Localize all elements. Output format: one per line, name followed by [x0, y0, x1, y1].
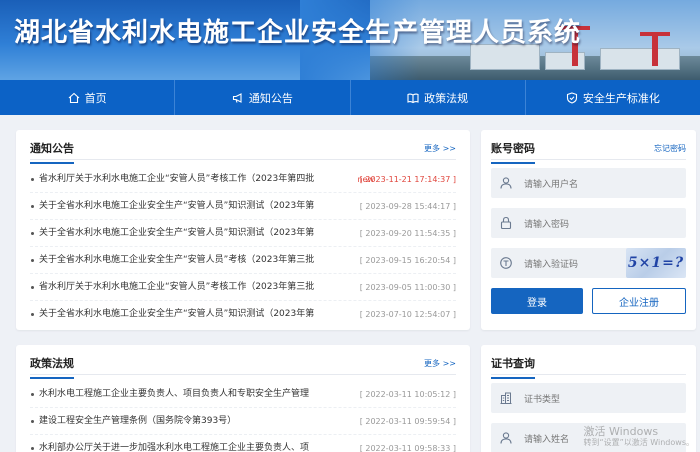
- nav-item-home[interactable]: 首页: [0, 80, 176, 115]
- password-placeholder: 请输入密码: [524, 220, 570, 230]
- notice-title[interactable]: 省水利厅关于水利水电施工企业“安管人员”考核工作（2023年第四批: [39, 166, 321, 193]
- username-placeholder: 请输入用户名: [524, 180, 579, 190]
- notice-title[interactable]: 关于全省水利水电施工企业安全生产“安管人员”考核（2023年第三批: [39, 247, 321, 274]
- cert-header: 证书查询: [491, 345, 686, 379]
- notice-date: [ 2023-09-05 11:00:30 ]: [359, 283, 456, 292]
- notice-item[interactable]: 关于全省水利水电施工企业安全生产“安管人员”考核（2023年第三批 [ 2023…: [30, 247, 456, 274]
- policy-item[interactable]: 水利部办公厅关于进一步加强水利水电工程施工企业主要负责人、项 [ 2022-03…: [30, 435, 456, 452]
- login-panel: 账号密码 忘记密码 请输入用户名 请输入密码 请输入验证码 5×1=? 登录 企…: [481, 130, 696, 330]
- shield-check-icon: [566, 91, 577, 104]
- banner-crane: [652, 32, 658, 66]
- megaphone-icon: [232, 92, 242, 103]
- notice-date: [ 2023-09-28 15:44:17 ]: [359, 202, 456, 211]
- login-form: 请输入用户名 请输入密码 请输入验证码 5×1=? 登录 企业注册: [491, 168, 686, 314]
- policy-title[interactable]: 建设工程安全生产管理条例（国务院令第393号）: [39, 408, 321, 435]
- notice-date: [ 2023-09-15 16:20:54 ]: [359, 256, 456, 265]
- notices-panel: 通知公告 更多 >> 省水利厅关于水利水电施工企业“安管人员”考核工作（2023…: [16, 130, 470, 330]
- notices-more-link[interactable]: 更多 >>: [424, 143, 456, 154]
- login-button[interactable]: 登录: [491, 288, 583, 314]
- nav-item-standardization[interactable]: 安全生产标准化: [526, 80, 700, 115]
- notice-title[interactable]: 关于全省水利水电施工企业安全生产“安管人员”知识测试（2023年第: [39, 220, 321, 247]
- forgot-password-link[interactable]: 忘记密码: [654, 143, 686, 154]
- password-field[interactable]: 请输入密码: [491, 208, 686, 238]
- main-nav: 首页 通知公告 政策法规 安全生产标准化: [0, 80, 700, 115]
- captcha-placeholder: 请输入验证码: [524, 260, 579, 270]
- notice-item[interactable]: 关于全省水利水电施工企业安全生产“安管人员”知识测试（2023年第 [ 2023…: [30, 220, 456, 247]
- windows-activation-watermark: 激活 Windows 转到“设置”以激活 Windows。: [583, 425, 694, 448]
- notice-date: [ 2023-07-10 12:54:07 ]: [359, 310, 456, 319]
- notice-date: [ 2023-09-20 11:54:35 ]: [359, 229, 456, 238]
- policies-list: 水利水电工程施工企业主要负责人、项目负责人和专职安全生产管理 [ 2022-03…: [30, 381, 456, 452]
- notice-title[interactable]: 关于全省水利水电施工企业安全生产“安管人员”知识测试（2023年第: [39, 301, 321, 328]
- notice-item[interactable]: 省水利厅关于水利水电施工企业“安管人员”考核工作（2023年第四批 new [ …: [30, 166, 456, 193]
- policy-date: [ 2022-03-11 09:58:33 ]: [359, 444, 456, 452]
- user-icon: [500, 432, 512, 444]
- notices-header: 通知公告 更多 >>: [30, 130, 456, 164]
- login-title: 账号密码: [491, 140, 535, 164]
- notices-title: 通知公告: [30, 140, 74, 164]
- notices-list: 省水利厅关于水利水电施工企业“安管人员”考核工作（2023年第四批 new [ …: [30, 166, 456, 328]
- lock-icon: [500, 216, 512, 230]
- nav-item-policies[interactable]: 政策法规: [351, 80, 526, 115]
- cert-name-placeholder: 请输入姓名: [524, 435, 570, 445]
- header-banner: 湖北省水利水电施工企业安全生产管理人员系统: [0, 0, 700, 80]
- policy-date: [ 2022-03-11 09:59:54 ]: [359, 417, 456, 426]
- notice-title[interactable]: 省水利厅关于水利水电施工企业“安管人员”考核工作（2023年第三批: [39, 274, 321, 301]
- cert-type-placeholder: 证书类型: [524, 395, 561, 405]
- notice-date: [ 2023-11-21 17:14:37 ]: [359, 175, 456, 184]
- username-field[interactable]: 请输入用户名: [491, 168, 686, 198]
- notice-item[interactable]: 省水利厅关于水利水电施工企业“安管人员”考核工作（2023年第三批 [ 2023…: [30, 274, 456, 301]
- policies-panel: 政策法规 更多 >> 水利水电工程施工企业主要负责人、项目负责人和专职安全生产管…: [16, 345, 470, 452]
- banner-building: [545, 52, 585, 70]
- notice-item[interactable]: 关于全省水利水电施工企业安全生产“安管人员”知识测试（2023年第 [ 2023…: [30, 193, 456, 220]
- user-icon: [500, 177, 512, 189]
- nav-label: 首页: [84, 91, 107, 105]
- cert-type-select[interactable]: 证书类型: [491, 383, 686, 413]
- policies-title: 政策法规: [30, 355, 74, 379]
- cert-title: 证书查询: [491, 355, 535, 379]
- nav-label: 政策法规: [424, 91, 469, 105]
- nav-label: 通知公告: [248, 91, 293, 105]
- policy-title[interactable]: 水利部办公厅关于进一步加强水利水电工程施工企业主要负责人、项: [39, 435, 321, 452]
- captcha-field[interactable]: 请输入验证码 5×1=?: [491, 248, 686, 278]
- verify-icon: [500, 257, 512, 269]
- policy-item[interactable]: 水利水电工程施工企业主要负责人、项目负责人和专职安全生产管理 [ 2022-03…: [30, 381, 456, 408]
- nav-item-notices[interactable]: 通知公告: [175, 80, 351, 115]
- banner-building: [600, 48, 680, 70]
- policies-header: 政策法规 更多 >>: [30, 345, 456, 379]
- watermark-line2: 转到“设置”以激活 Windows。: [583, 438, 694, 448]
- login-header: 账号密码 忘记密码: [491, 130, 686, 164]
- login-actions: 登录 企业注册: [491, 288, 686, 314]
- policy-item[interactable]: 建设工程安全生产管理条例（国务院令第393号） [ 2022-03-11 09:…: [30, 408, 456, 435]
- banner-crane: [640, 32, 670, 36]
- policies-more-link[interactable]: 更多 >>: [424, 358, 456, 369]
- site-title: 湖北省水利水电施工企业安全生产管理人员系统: [14, 18, 582, 48]
- captcha-image[interactable]: 5×1=?: [626, 248, 686, 278]
- policy-title[interactable]: 水利水电工程施工企业主要负责人、项目负责人和专职安全生产管理: [39, 381, 321, 408]
- nav-label: 安全生产标准化: [582, 91, 660, 105]
- register-button[interactable]: 企业注册: [592, 288, 686, 314]
- watermark-line1: 激活 Windows: [583, 425, 659, 439]
- notice-item[interactable]: 关于全省水利水电施工企业安全生产“安管人员”知识测试（2023年第 [ 2023…: [30, 301, 456, 328]
- policy-date: [ 2022-03-11 10:05:12 ]: [359, 390, 456, 399]
- home-icon: [68, 92, 79, 103]
- building-icon: [500, 392, 512, 404]
- book-icon: [407, 93, 419, 103]
- notice-title[interactable]: 关于全省水利水电施工企业安全生产“安管人员”知识测试（2023年第: [39, 193, 321, 220]
